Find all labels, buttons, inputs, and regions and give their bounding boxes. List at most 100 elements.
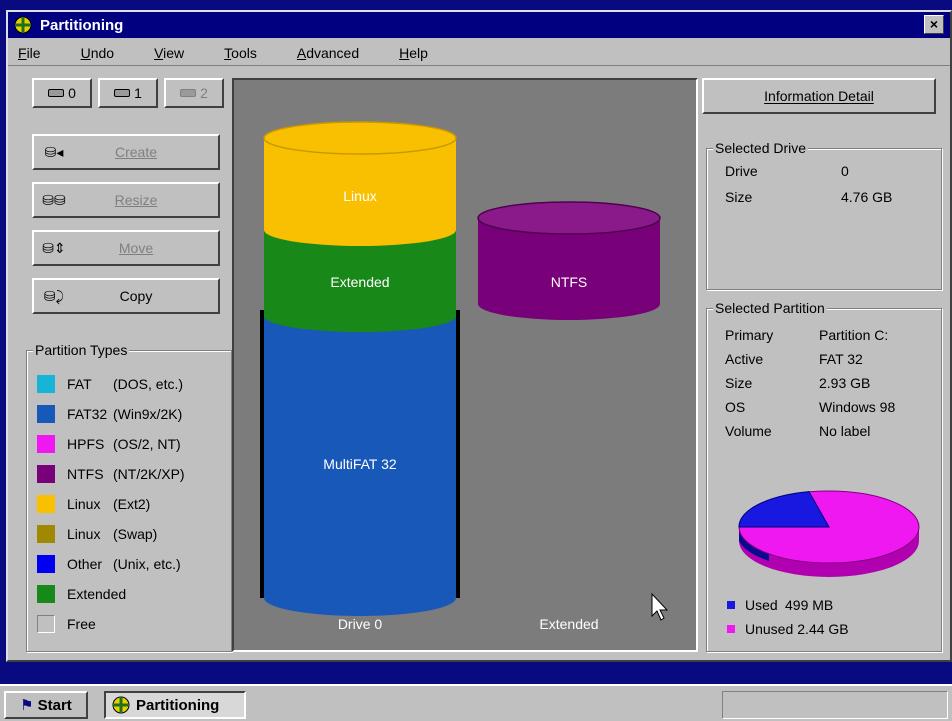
- extended-label: Extended: [330, 274, 390, 290]
- ptype-fat: FAT (DOS, etc.): [37, 373, 183, 395]
- volume-key: Volume: [725, 423, 772, 439]
- multifat32-label: MultiFAT 32: [323, 456, 397, 472]
- ptype-desc: (Unix, etc.): [113, 556, 181, 572]
- ptype-name: Extended: [67, 586, 127, 602]
- selected-partition-group: Selected Partition Primary Partition C: …: [706, 300, 942, 652]
- unused-swatch: [727, 625, 735, 633]
- used-legend: Used 499 MB: [727, 597, 833, 613]
- ptype-name: NTFS: [67, 466, 104, 482]
- used-value: 499 MB: [785, 597, 834, 613]
- windows-flag-icon: ⚑: [20, 697, 34, 714]
- partition-types-title: Partition Types: [33, 342, 130, 358]
- hard-disk-icon: [48, 89, 65, 97]
- move-button[interactable]: ⛁⇕ Move: [32, 230, 220, 266]
- ntfs-label: NTFS: [550, 274, 588, 290]
- drive-1-label: 1: [134, 85, 142, 101]
- linux-label: Linux: [343, 188, 377, 204]
- app-icon: [112, 696, 130, 714]
- ptype-desc: (NT/2K/XP): [113, 466, 185, 482]
- drive-2-button[interactable]: 2: [164, 78, 224, 108]
- menu-advanced[interactable]: Advanced: [297, 45, 359, 61]
- linux-bottom: [264, 214, 456, 246]
- os-key: OS: [725, 399, 746, 415]
- ptype-free: Free: [37, 613, 113, 635]
- taskbar-partitioning-label: Partitioning: [136, 696, 220, 714]
- move-partition-icon: ⛁⇕: [42, 239, 66, 256]
- ptype-name: Other: [67, 556, 103, 572]
- create-button[interactable]: ⛁◂ Create: [32, 134, 220, 170]
- unused-legend: Unused 2.44 GB: [727, 621, 849, 637]
- menu-tools[interactable]: Tools: [224, 45, 257, 61]
- drive-key: Drive: [725, 163, 758, 179]
- extended-bottom: [264, 300, 456, 332]
- drive-0-button[interactable]: 0: [32, 78, 92, 108]
- information-detail-button[interactable]: Information Detail: [702, 78, 936, 114]
- drive-caption: Drive 0: [337, 616, 383, 632]
- copy-partition-icon: ⛁⤸: [43, 287, 65, 304]
- ptype-desc: (Swap): [113, 526, 158, 542]
- app-icon: [14, 16, 32, 34]
- linux-partition[interactable]: [263, 121, 457, 246]
- information-detail-label: Information Detail: [764, 88, 874, 104]
- other-swatch: [37, 555, 55, 573]
- taskbar-partitioning-button[interactable]: Partitioning: [104, 691, 246, 719]
- selected-partition-title: Selected Partition: [713, 300, 827, 316]
- primary-value: Partition C:: [819, 327, 889, 343]
- os-value: Windows 98: [819, 399, 896, 415]
- close-button[interactable]: ×: [924, 15, 944, 34]
- size-value: 4.76 GB: [841, 189, 893, 205]
- drive-1-button[interactable]: 1: [98, 78, 158, 108]
- active-value: FAT 32: [819, 351, 863, 367]
- resize-label: Resize: [114, 192, 158, 208]
- used-label: Used: [745, 597, 778, 613]
- hard-disk-icon: [180, 89, 197, 97]
- menu-undo[interactable]: Undo: [81, 45, 114, 61]
- usage-pie-chart: [738, 490, 920, 577]
- partition-types-group: Partition Types FAT (DOS, etc.) FAT32 (W…: [26, 342, 232, 652]
- create-label: Create: [114, 144, 158, 160]
- ntfs-partition[interactable]: [477, 201, 661, 320]
- free-swatch: [37, 615, 55, 633]
- ntfs-bottom: [478, 288, 660, 320]
- resize-button[interactable]: ⛁⛁ Resize: [32, 182, 220, 218]
- ptype-desc: (OS/2, NT): [113, 436, 181, 452]
- linux-top: [263, 121, 457, 155]
- extended-caption: Extended: [539, 616, 599, 632]
- partition-map-drawing: [260, 121, 669, 621]
- start-button[interactable]: ⚑ Start: [4, 691, 88, 719]
- selected-drive-title: Selected Drive: [713, 140, 809, 156]
- ptype-linux-swap: Linux (Swap): [37, 523, 157, 545]
- linux-ext2-swatch: [37, 495, 55, 513]
- ptype-linux-ext2: Linux (Ext2): [37, 493, 150, 515]
- selected-drive-group: Selected Drive Drive 0 Size 4.76 GB: [706, 140, 942, 290]
- size-key: Size: [725, 189, 753, 205]
- volume-value: No label: [819, 423, 871, 439]
- drive-value: 0: [841, 163, 849, 179]
- menu-file[interactable]: File: [18, 45, 41, 61]
- ptype-ntfs: NTFS (NT/2K/XP): [37, 463, 185, 485]
- hpfs-swatch: [37, 435, 55, 453]
- menu-help[interactable]: Help: [399, 45, 428, 61]
- ptype-desc: (DOS, etc.): [113, 376, 184, 392]
- unused-value: 2.44 GB: [797, 621, 849, 637]
- start-label: Start: [37, 696, 72, 714]
- used-swatch: [727, 601, 735, 609]
- move-label: Move: [118, 240, 154, 256]
- ptype-desc: (Ext2): [113, 496, 151, 512]
- ptype-desc: (Win9x/2K): [113, 406, 183, 422]
- copy-label: Copy: [119, 288, 153, 304]
- ptype-extended: Extended: [37, 583, 127, 605]
- ptype-fat32: FAT32 (Win9x/2K): [37, 403, 182, 425]
- ptype-name: Linux: [67, 526, 101, 542]
- ptype-other: Other (Unix, etc.): [37, 553, 181, 575]
- multifat32-bottom: [264, 580, 456, 616]
- ptype-hpfs: HPFS (OS/2, NT): [37, 433, 181, 455]
- menu-view[interactable]: View: [154, 45, 184, 61]
- copy-button[interactable]: ⛁⤸ Copy: [32, 278, 220, 314]
- partition-size-value: 2.93 GB: [819, 375, 871, 391]
- window-title: Partitioning: [40, 16, 124, 34]
- ptype-name: Free: [67, 616, 96, 632]
- extended-swatch: [37, 585, 55, 603]
- title-bar[interactable]: Partitioning ×: [8, 12, 950, 38]
- resize-partition-icon: ⛁⛁: [42, 191, 66, 208]
